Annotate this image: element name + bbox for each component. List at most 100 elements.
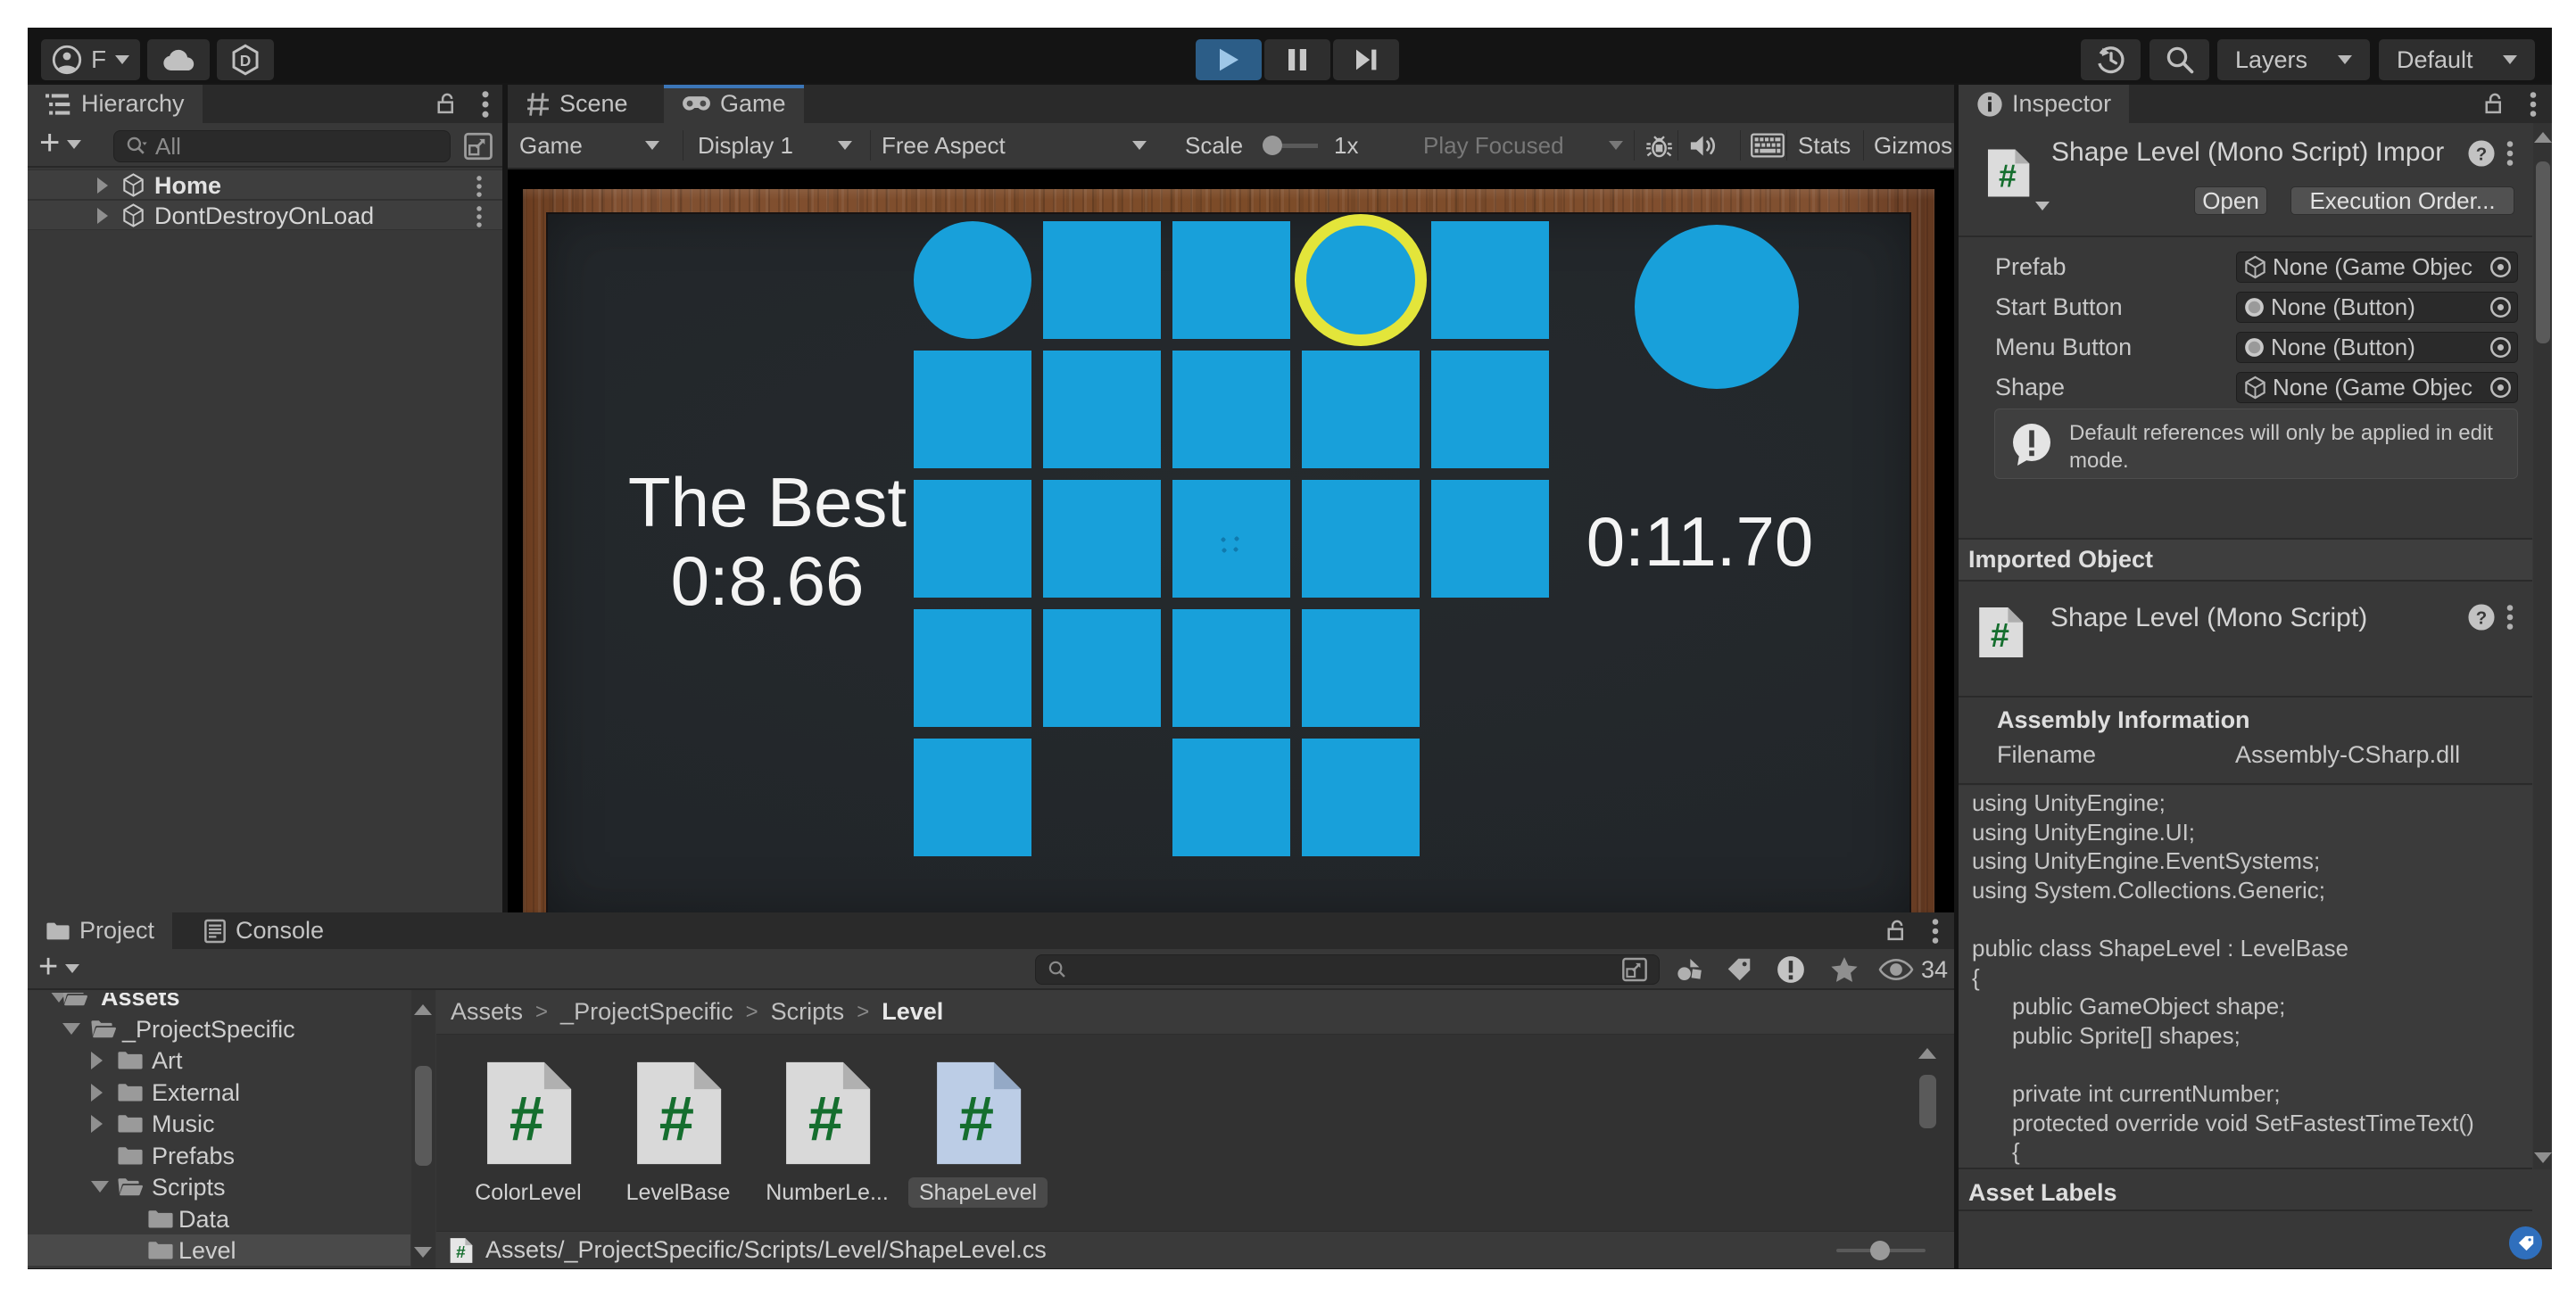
object-picker-icon[interactable]	[2489, 295, 2513, 319]
project-tree-item-Scripts[interactable]: Scripts	[28, 1171, 410, 1202]
game-view-dropdown[interactable]: Game	[519, 123, 659, 168]
kebab-menu-icon[interactable]	[476, 205, 483, 228]
kebab-menu-icon[interactable]	[2506, 604, 2514, 631]
shape-square-r1c2[interactable]	[1043, 221, 1161, 339]
object-picker-icon[interactable]	[2489, 335, 2513, 359]
cloud-button[interactable]	[147, 39, 210, 80]
expand-arrow-icon[interactable]	[97, 208, 108, 224]
scroll-up-icon[interactable]	[1918, 1048, 1936, 1059]
hierarchy-item-Home[interactable]: Home	[28, 169, 502, 200]
project-tree-item-Prefabs[interactable]: Prefabs	[28, 1140, 410, 1171]
picker-window-icon[interactable]	[463, 132, 493, 161]
scroll-down-icon[interactable]	[2534, 1152, 2552, 1163]
hidden-packages-button[interactable]	[1765, 953, 1817, 986]
pause-button[interactable]	[1264, 39, 1330, 80]
shape-square-r4c1[interactable]	[914, 609, 1031, 727]
scale-slider-knob[interactable]	[1263, 136, 1282, 155]
kebab-menu-icon[interactable]	[1931, 918, 1940, 945]
expand-arrow-icon[interactable]	[91, 1181, 109, 1193]
project-tree-item-Data[interactable]: Data	[28, 1203, 410, 1234]
shape-square-r2c2[interactable]	[1043, 351, 1161, 468]
tab-project[interactable]: Project	[28, 912, 172, 949]
shape-circle-r1c1[interactable]	[914, 221, 1031, 339]
search-button[interactable]	[2149, 39, 2209, 80]
scrollbar-thumb[interactable]	[2536, 161, 2550, 343]
inspector-scrollbar[interactable]	[2533, 123, 2551, 1169]
tab-console[interactable]: Console	[186, 912, 342, 949]
mute-audio-button[interactable]	[1688, 123, 1720, 168]
expand-arrow-icon[interactable]	[62, 1023, 80, 1035]
scroll-down-icon[interactable]	[414, 1247, 432, 1258]
add-object-caret-icon[interactable]	[67, 140, 81, 149]
favorites-button[interactable]	[1818, 953, 1870, 986]
play-button[interactable]	[1196, 39, 1262, 80]
asset-item-ShapeLevel[interactable]: # ShapeLevel	[902, 1058, 1054, 1209]
scroll-up-icon[interactable]	[2534, 132, 2552, 143]
asset-item-LevelBase[interactable]: # LevelBase	[602, 1058, 754, 1209]
shape-square-r3c4[interactable]	[1302, 480, 1420, 598]
breadcrumb-projectspecific[interactable]: _ProjectSpecific	[560, 998, 733, 1026]
expand-arrow-icon[interactable]	[91, 1084, 103, 1102]
shape-square-r1c5[interactable]	[1431, 221, 1549, 339]
scrollbar-thumb[interactable]	[1919, 1075, 1936, 1128]
zoom-slider-knob[interactable]	[1870, 1241, 1890, 1260]
hierarchy-item-DontDestroyOnLoad[interactable]: DontDestroyOnLoad	[28, 200, 502, 230]
shape-square-r5c3[interactable]	[1172, 739, 1290, 856]
scrollbar-thumb[interactable]	[415, 1066, 432, 1166]
shape-square-r5c4[interactable]	[1302, 739, 1420, 856]
undo-history-button[interactable]	[2081, 39, 2141, 80]
shape-square-r2c3[interactable]	[1172, 351, 1290, 468]
shape-square-r2c1[interactable]	[914, 351, 1031, 468]
field-value-Prefab[interactable]: None (Game Objec	[2236, 252, 2518, 283]
shape-square-r2c4[interactable]	[1302, 351, 1420, 468]
field-value-Start Button[interactable]: None (Button)	[2236, 292, 2518, 323]
object-picker-icon[interactable]	[2489, 255, 2513, 279]
project-tree-item-Assets[interactable]: Assets	[28, 993, 410, 1012]
account-button[interactable]: F	[41, 39, 140, 80]
step-button[interactable]	[1333, 39, 1399, 80]
project-tree-item-Music[interactable]: Music	[28, 1108, 410, 1139]
play-focused-dropdown[interactable]: Play Focused	[1423, 123, 1623, 168]
object-picker-icon[interactable]	[2489, 376, 2513, 400]
input-debugger-button[interactable]	[1751, 123, 1785, 168]
scroll-up-icon[interactable]	[414, 1004, 432, 1015]
shape-square-r5c1[interactable]	[914, 739, 1031, 856]
add-object-button[interactable]: +	[39, 125, 60, 161]
shape-square-r3c3[interactable]	[1172, 480, 1290, 598]
tab-scene[interactable]: Scene	[508, 85, 646, 123]
breadcrumb-level[interactable]: Level	[882, 998, 943, 1026]
asset-store-filter-button[interactable]	[1665, 953, 1713, 986]
debug-button[interactable]	[1644, 123, 1674, 168]
breadcrumb-scripts[interactable]: Scripts	[771, 998, 845, 1026]
version-control-button[interactable]: D	[217, 39, 274, 80]
shape-square-r4c3[interactable]	[1172, 609, 1290, 727]
hierarchy-search-input[interactable]: All	[113, 130, 451, 162]
gizmos-dropdown[interactable]: Gizmos	[1874, 123, 1952, 168]
tab-game[interactable]: Game	[664, 85, 804, 123]
project-tree-item-External[interactable]: External	[28, 1077, 410, 1108]
stats-button[interactable]: Stats	[1798, 123, 1851, 168]
files-scrollbar[interactable]	[1915, 1045, 1940, 1233]
field-value-Shape[interactable]: None (Game Objec	[2236, 372, 2518, 403]
kebab-menu-icon[interactable]	[476, 175, 483, 198]
aspect-dropdown[interactable]: Free Aspect	[882, 123, 1147, 168]
layers-dropdown[interactable]: Layers	[2217, 39, 2370, 80]
project-search-input[interactable]	[1035, 954, 1660, 985]
shape-square-r3c2[interactable]	[1043, 480, 1161, 598]
asset-item-ColorLevel[interactable]: # ColorLevel	[452, 1058, 604, 1209]
label-filter-button[interactable]	[1715, 953, 1763, 986]
add-asset-button[interactable]: +	[38, 950, 58, 984]
project-tree-item-_ProjectSpecific[interactable]: _ProjectSpecific	[28, 1013, 410, 1044]
shape-square-r4c4[interactable]	[1302, 609, 1420, 727]
layout-dropdown[interactable]: Default	[2379, 39, 2535, 80]
unlock-icon[interactable]	[435, 92, 458, 116]
expand-arrow-icon[interactable]	[91, 1115, 103, 1133]
tab-hierarchy[interactable]: Hierarchy	[28, 85, 203, 123]
asset-label-button[interactable]	[2509, 1226, 2542, 1259]
shape-square-r2c5[interactable]	[1431, 351, 1549, 468]
shape-square-r4c2[interactable]	[1043, 609, 1161, 727]
expand-arrow-icon[interactable]	[91, 1052, 103, 1069]
zoom-slider-track[interactable]	[1836, 1249, 1926, 1252]
save-search-icon[interactable]	[1621, 957, 1648, 982]
expand-arrow-icon[interactable]	[97, 177, 108, 194]
